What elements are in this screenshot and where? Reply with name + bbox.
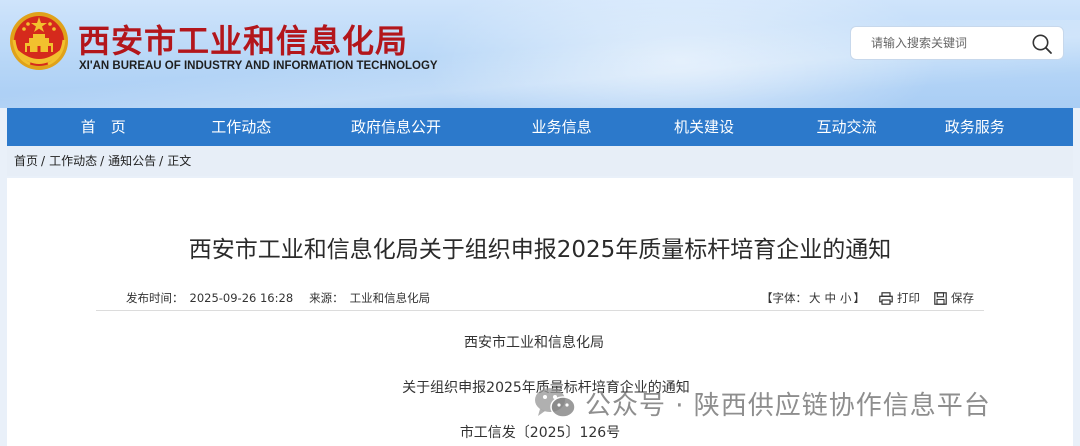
nav-item-gov-service[interactable]: 政务服务 xyxy=(877,108,1073,146)
font-size-close: 】 xyxy=(853,291,866,305)
font-large-button[interactable]: 大 xyxy=(809,291,821,305)
article-paragraph-issuer: 西安市工业和信息化局 xyxy=(464,335,604,351)
print-label: 打印 xyxy=(897,291,920,305)
search-icon[interactable] xyxy=(1031,33,1053,55)
breadcrumb-notices[interactable]: 通知公告 xyxy=(108,154,156,168)
publish-time-label: 发布时间： xyxy=(126,291,184,305)
article-meta: 发布时间： 2025-09-26 16:28 来源： 工业和信息化局 xyxy=(126,290,436,306)
nav-item-spacer xyxy=(509,108,532,146)
source-value: 工业和信息化局 xyxy=(349,291,431,305)
font-size-label: 【字体： xyxy=(761,291,807,305)
source-label: 来源： xyxy=(309,291,344,305)
printer-icon xyxy=(879,291,893,305)
search-input[interactable] xyxy=(871,33,1031,53)
main-nav: 首 页 工作动态 政府信息公开 业务信息 机关建设 互动交流 政务服务 xyxy=(7,108,1073,146)
article-paragraph-docno: 市工信发〔2025〕126号 xyxy=(459,425,621,441)
breadcrumb-work-news[interactable]: 工作动态 xyxy=(49,154,97,168)
wechat-icon xyxy=(535,388,576,418)
site-subtitle: XI'AN BUREAU OF INDUSTRY AND INFORMATION… xyxy=(79,60,438,72)
meta-divider xyxy=(96,310,984,311)
save-icon xyxy=(934,291,947,305)
nav-item-work-news[interactable]: 工作动态 xyxy=(200,108,284,146)
search-box xyxy=(850,26,1064,60)
watermark-text: 公众号 · 陕西供应链协作信息平台 xyxy=(585,390,991,421)
breadcrumb-separator: / xyxy=(41,154,46,168)
nav-item-business-info[interactable]: 业务信息 xyxy=(532,108,592,146)
publish-time: 2025-09-26 16:28 xyxy=(189,291,294,305)
font-small-button[interactable]: 小 xyxy=(840,291,852,305)
breadcrumb-current: 正文 xyxy=(167,154,192,168)
font-medium-button[interactable]: 中 xyxy=(825,291,837,305)
breadcrumb-home[interactable]: 首页 xyxy=(14,154,38,168)
nav-item-org-building[interactable]: 机关建设 xyxy=(592,108,817,146)
site-title: 西安市工业和信息化局 xyxy=(78,22,409,60)
site-header: 西安市工业和信息化局 XI'AN BUREAU OF INDUSTRY AND … xyxy=(0,0,1080,108)
save-label: 保存 xyxy=(951,291,974,305)
article-title: 西安市工业和信息化局关于组织申报2025年质量标杆培育企业的通知 xyxy=(188,237,892,263)
print-button[interactable]: 打印 xyxy=(879,290,920,306)
breadcrumb: 首页 / 工作动态 / 通知公告 / 正文 xyxy=(7,146,1073,176)
nav-item-gov-info[interactable]: 政府信息公开 xyxy=(283,108,509,146)
breadcrumb-separator: / xyxy=(159,154,164,168)
national-emblem-icon xyxy=(10,12,68,70)
save-button[interactable]: 保存 xyxy=(934,290,974,306)
font-size-control: 【字体：大中小】 xyxy=(761,290,865,306)
nav-item-interaction[interactable]: 互动交流 xyxy=(817,108,877,146)
breadcrumb-separator: / xyxy=(100,154,105,168)
wechat-watermark: 公众号 · 陕西供应链协作信息平台 xyxy=(533,386,991,421)
article-tools: 【字体：大中小】 打印 保存 xyxy=(761,290,974,306)
nav-item-home[interactable]: 首 页 xyxy=(7,108,200,146)
